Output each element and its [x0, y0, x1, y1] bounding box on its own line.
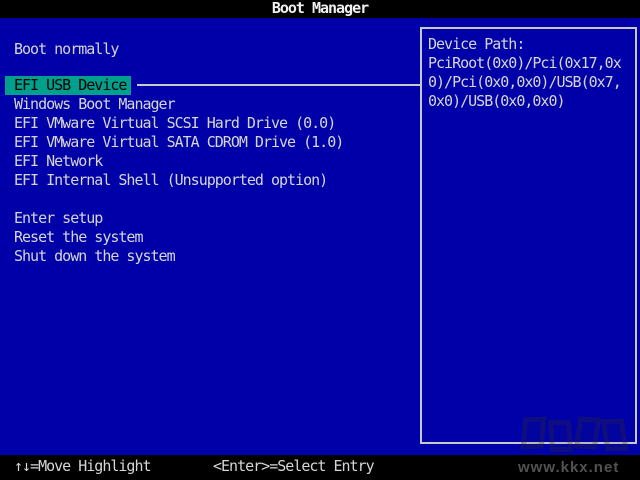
boot-options-list: EFI USB Device Windows Boot Manager EFI … [0, 76, 418, 190]
menu-item-boot-normally[interactable]: Boot normally [0, 40, 118, 59]
device-path-line: PciRoot(0x0)/Pci(0x17,0x [428, 54, 635, 73]
menu-item-shutdown-system[interactable]: Shut down the system [0, 247, 418, 266]
menu-item-efi-network[interactable]: EFI Network [0, 152, 418, 171]
menu-item-efi-usb-device[interactable]: EFI USB Device [5, 76, 131, 95]
menu-item-efi-internal-shell[interactable]: EFI Internal Shell (Unsupported option) [0, 171, 418, 190]
menu-item-efi-scsi-hard-drive[interactable]: EFI VMware Virtual SCSI Hard Drive (0.0) [0, 114, 418, 133]
footer-move-highlight-hint: ↑↓=Move Highlight [14, 457, 151, 476]
device-path-line: 0)/Pci(0x0,0x0)/USB(0x7, [428, 73, 635, 92]
menu-item-enter-setup[interactable]: Enter setup [0, 209, 418, 228]
menu-item-efi-sata-cdrom-drive[interactable]: EFI VMware Virtual SATA CDROM Drive (1.0… [0, 133, 418, 152]
device-path-line: 0x0)/USB(0x0,0x0) [428, 92, 635, 111]
watermark-url: www.kkx.net [518, 459, 619, 476]
boot-manager-screen: Boot Manager Boot normally EFI USB Devic… [0, 0, 640, 480]
device-path-heading: Device Path: [428, 35, 635, 54]
page-title: Boot Manager [0, 0, 640, 17]
system-actions-list: Enter setup Reset the system Shut down t… [0, 209, 418, 266]
footer-select-entry-hint: <Enter>=Select Entry [213, 457, 374, 476]
main-area: Boot normally EFI USB Device Windows Boo… [0, 18, 640, 455]
menu-item-windows-boot-manager[interactable]: Windows Boot Manager [0, 95, 418, 114]
menu-item-reset-system[interactable]: Reset the system [0, 228, 418, 247]
selection-connector-line [137, 84, 420, 86]
title-bar: Boot Manager [0, 0, 640, 18]
device-path-panel: Device Path: PciRoot(0x0)/Pci(0x17,0x 0)… [420, 27, 637, 444]
